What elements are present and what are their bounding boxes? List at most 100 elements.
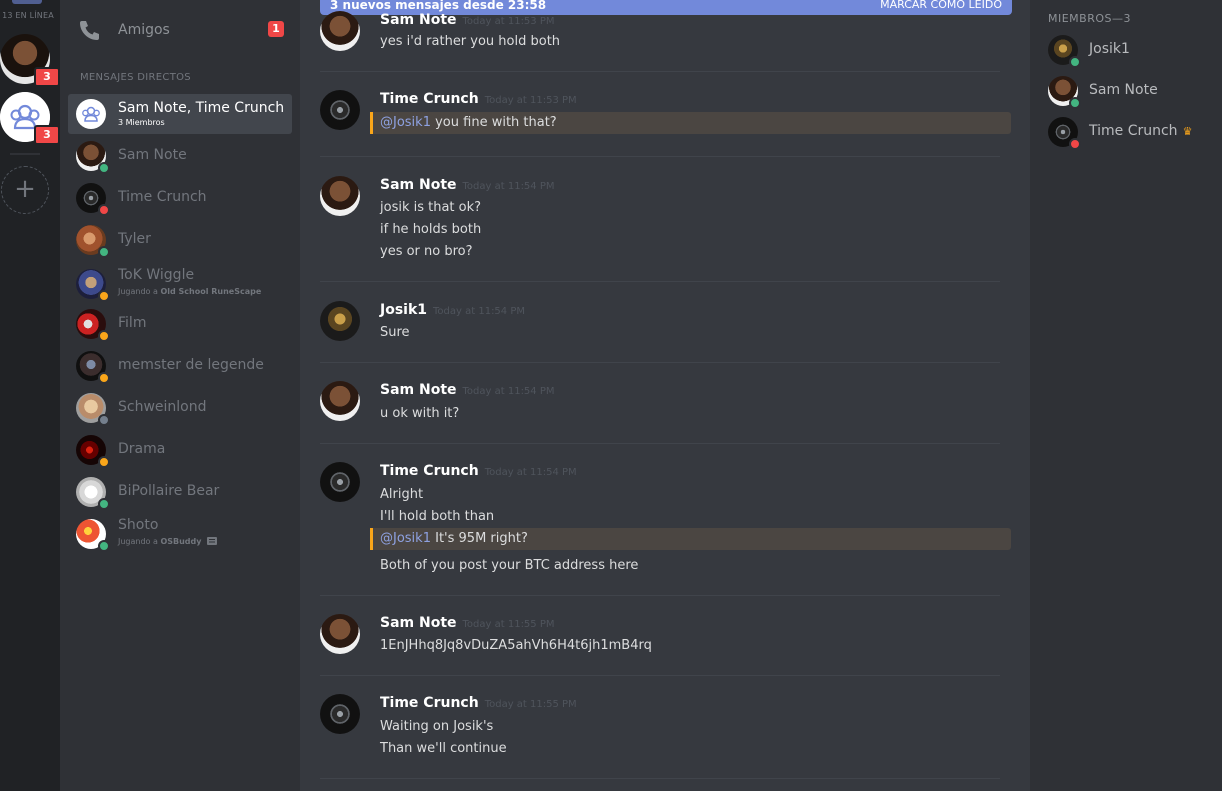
friends-label: Amigos <box>118 22 170 38</box>
message-text: Than we'll continue <box>380 741 507 756</box>
author-name[interactable]: Sam Note <box>380 177 457 193</box>
avatar[interactable] <box>320 694 360 734</box>
activity-prefix: Jugando a <box>118 537 161 546</box>
dm-name: memster de legende <box>118 357 264 373</box>
member-item-josik1[interactable]: Josik1 <box>1048 33 1218 68</box>
message-divider <box>320 595 1000 596</box>
add-server-icon[interactable]: + <box>1 166 49 214</box>
status-idle-icon <box>98 290 110 302</box>
avatar[interactable] <box>320 381 360 421</box>
message-author[interactable]: Josik1 Today at 11:54 PM <box>380 302 525 318</box>
dm-item-bipollaire-bear[interactable]: BiPollaire Bear <box>68 472 292 512</box>
status-idle-icon <box>98 330 110 342</box>
message-text: 1EnJHhq8Jq8vDuZA5ahVh6H4t6jh1mB4rq <box>380 638 652 653</box>
status-idle-icon <box>98 372 110 384</box>
new-messages-text: 3 nuevos mensajes desde 23:58 <box>330 0 547 12</box>
dm-name: Schweinlond <box>118 399 207 415</box>
dm-item-tok-wiggle[interactable]: ToK Wiggle Jugando a Old School RuneScap… <box>68 264 292 304</box>
message-text: Alright <box>380 487 424 502</box>
author-name[interactable]: Sam Note <box>380 615 457 631</box>
status-dnd-icon <box>98 204 110 216</box>
timestamp: Today at 11:54 PM <box>462 181 555 192</box>
crown-icon: ♛ <box>1182 125 1193 138</box>
rail-divider <box>10 153 40 155</box>
mark-as-read-button[interactable]: MARCAR COMO LEÍDO <box>880 0 1002 11</box>
author-name[interactable]: Time Crunch <box>380 463 479 479</box>
dm-item-memster[interactable]: memster de legende <box>68 346 292 386</box>
timestamp: Today at 11:53 PM <box>462 16 555 27</box>
friends-badge: 1 <box>268 21 284 37</box>
status-online-icon <box>98 162 110 174</box>
message-author[interactable]: Sam Note Today at 11:53 PM <box>380 12 555 28</box>
friends-link[interactable]: Amigos 1 <box>76 16 292 44</box>
dm-name: ToK Wiggle <box>118 267 195 283</box>
message-author[interactable]: Time Crunch Today at 11:54 PM <box>380 463 577 479</box>
author-name[interactable]: Sam Note <box>380 382 457 398</box>
status-dnd-icon <box>1069 138 1081 150</box>
avatar[interactable] <box>320 301 360 341</box>
timestamp: Today at 11:55 PM <box>462 619 555 630</box>
dm-item-time-crunch[interactable]: Time Crunch <box>68 178 292 218</box>
mention-message: @Josik1 It's 95M right? <box>370 528 1011 550</box>
author-name[interactable]: Josik1 <box>380 302 427 318</box>
dm-item-drama[interactable]: Drama <box>68 430 292 470</box>
message-text: you fine with that? <box>430 115 557 130</box>
dm-item-group[interactable]: Sam Note, Time Crunch 3 Miembros <box>68 94 292 134</box>
dm-item-film[interactable]: Film <box>68 304 292 344</box>
dm-name: Drama <box>118 441 166 457</box>
message-text: Sure <box>380 325 410 340</box>
member-item-time-crunch[interactable]: Time Crunch ♛ <box>1048 115 1218 150</box>
avatar[interactable] <box>320 462 360 502</box>
activity-prefix: Jugando a <box>118 287 161 296</box>
message-text: u ok with it? <box>380 406 460 421</box>
author-name[interactable]: Sam Note <box>380 12 457 28</box>
message-author[interactable]: Sam Note Today at 11:54 PM <box>380 177 555 193</box>
member-name: Time Crunch ♛ <box>1089 123 1192 139</box>
timestamp: Today at 11:54 PM <box>484 467 577 478</box>
group-avatar <box>76 99 106 129</box>
message-text: It's 95M right? <box>430 531 528 546</box>
timestamp: Today at 11:55 PM <box>484 699 577 710</box>
dm-name: BiPollaire Bear <box>118 483 220 499</box>
dm-item-shoto[interactable]: Shoto Jugando a OSBuddy <box>68 514 292 554</box>
avatar[interactable] <box>320 614 360 654</box>
online-count: 13 EN LÍNEA <box>2 11 54 20</box>
author-name[interactable]: Time Crunch <box>380 91 479 107</box>
message-text: yes i'd rather you hold both <box>380 34 561 49</box>
message-author[interactable]: Sam Note Today at 11:55 PM <box>380 615 555 631</box>
message-author[interactable]: Time Crunch Today at 11:55 PM <box>380 695 577 711</box>
activity-game: Old School RuneScape <box>160 287 262 296</box>
message-text: Both of you post your BTC address here <box>380 558 639 573</box>
author-name[interactable]: Time Crunch <box>380 695 479 711</box>
status-online-icon <box>98 540 110 552</box>
group-icon <box>82 106 100 122</box>
chat-area: 3 nuevos mensajes desde 23:58 MARCAR COM… <box>300 0 1020 791</box>
member-list: MIEMBROS—3 Josik1 Sam Note Time Crunch ♛ <box>1030 0 1222 791</box>
dm-subtitle: 3 Miembros <box>118 118 165 127</box>
avatar[interactable] <box>320 90 360 130</box>
message-text: Waiting on Josik's <box>380 719 494 734</box>
status-idle-icon <box>98 456 110 468</box>
member-name: Josik1 <box>1089 41 1130 57</box>
dm-activity: Jugando a Old School RuneScape <box>118 287 261 296</box>
status-online-icon <box>98 246 110 258</box>
mention-message: @Josik1 you fine with that? <box>370 112 1011 134</box>
message-divider <box>320 156 1000 157</box>
message-text: I'll hold both than <box>380 509 495 524</box>
user-mention[interactable]: @Josik1 <box>380 531 431 546</box>
status-online-icon <box>1069 97 1081 109</box>
message-divider <box>320 362 1000 363</box>
message-author[interactable]: Sam Note Today at 11:54 PM <box>380 382 555 398</box>
message-author[interactable]: Time Crunch Today at 11:53 PM <box>380 91 577 107</box>
user-mention[interactable]: @Josik1 <box>380 115 431 130</box>
member-item-sam-note[interactable]: Sam Note <box>1048 74 1218 109</box>
dm-item-tyler[interactable]: Tyler <box>68 220 292 260</box>
message-text: yes or no bro? <box>380 244 473 259</box>
message-divider <box>320 443 1000 444</box>
avatar[interactable] <box>320 11 360 51</box>
dm-item-schweinlond[interactable]: Schweinlond <box>68 388 292 428</box>
member-name-text: Time Crunch <box>1089 123 1178 139</box>
avatar[interactable] <box>320 176 360 216</box>
dm-item-sam-note[interactable]: Sam Note <box>68 136 292 176</box>
home-indicator <box>12 0 42 4</box>
